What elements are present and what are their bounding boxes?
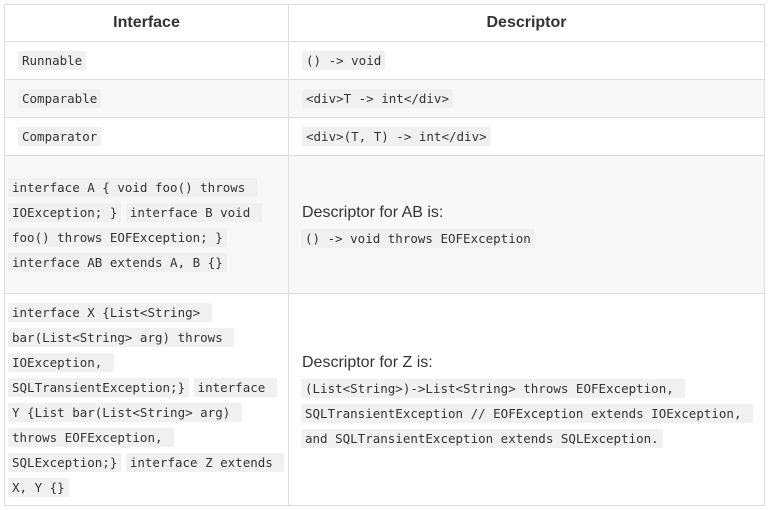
- descriptor-code: () -> void: [302, 51, 386, 70]
- interface-code: Comparator: [18, 127, 102, 146]
- interface-code-block: interface X {List<String> bar(List<Strin…: [8, 300, 285, 500]
- header-interface: Interface: [4, 4, 289, 42]
- table-row: Runnable () -> void: [4, 41, 765, 80]
- interface-cell: interface X {List<String> bar(List<Strin…: [4, 293, 289, 506]
- table-row: interface A { void foo() throws IOExcept…: [4, 155, 765, 294]
- header-row: Interface Descriptor: [4, 4, 765, 42]
- descriptor-code: <div>T -> int</div>: [302, 89, 453, 108]
- descriptor-table: Interface Descriptor Runnable () -> void…: [4, 4, 765, 506]
- interface-code: Runnable: [18, 51, 87, 70]
- interface-code-block: interface A { void foo() throws IOExcept…: [8, 175, 275, 275]
- header-descriptor: Descriptor: [288, 4, 765, 42]
- interface-cell: interface A { void foo() throws IOExcept…: [4, 155, 289, 294]
- descriptor-cell: <div>(T, T) -> int</div>: [288, 117, 765, 156]
- descriptor-code: (List<String>)->List<String> throws EOFE…: [301, 379, 754, 448]
- interface-code: Comparable: [18, 89, 102, 108]
- interface-cell: Comparable: [4, 79, 289, 118]
- interface-cell: Runnable: [4, 41, 289, 80]
- interface-code: interface AB extends A, B {}: [8, 252, 227, 272]
- descriptor-cell: () -> void: [288, 41, 765, 80]
- descriptor-cell: Descriptor for AB is: () -> void throws …: [288, 155, 765, 294]
- table-row: Comparable <div>T -> int</div>: [4, 79, 765, 118]
- table-row: interface X {List<String> bar(List<Strin…: [4, 293, 765, 506]
- descriptor-code: <div>(T, T) -> int</div>: [302, 127, 491, 146]
- descriptor-cell: <div>T -> int</div>: [288, 79, 765, 118]
- table-row: Comparator <div>(T, T) -> int</div>: [4, 117, 765, 156]
- descriptor-code: () -> void throws EOFException: [301, 229, 535, 248]
- descriptor-label: Descriptor for Z is:: [302, 354, 433, 371]
- descriptor-label: Descriptor for AB is:: [302, 204, 444, 221]
- descriptor-cell: Descriptor for Z is: (List<String>)->Lis…: [288, 293, 765, 506]
- interface-cell: Comparator: [4, 117, 289, 156]
